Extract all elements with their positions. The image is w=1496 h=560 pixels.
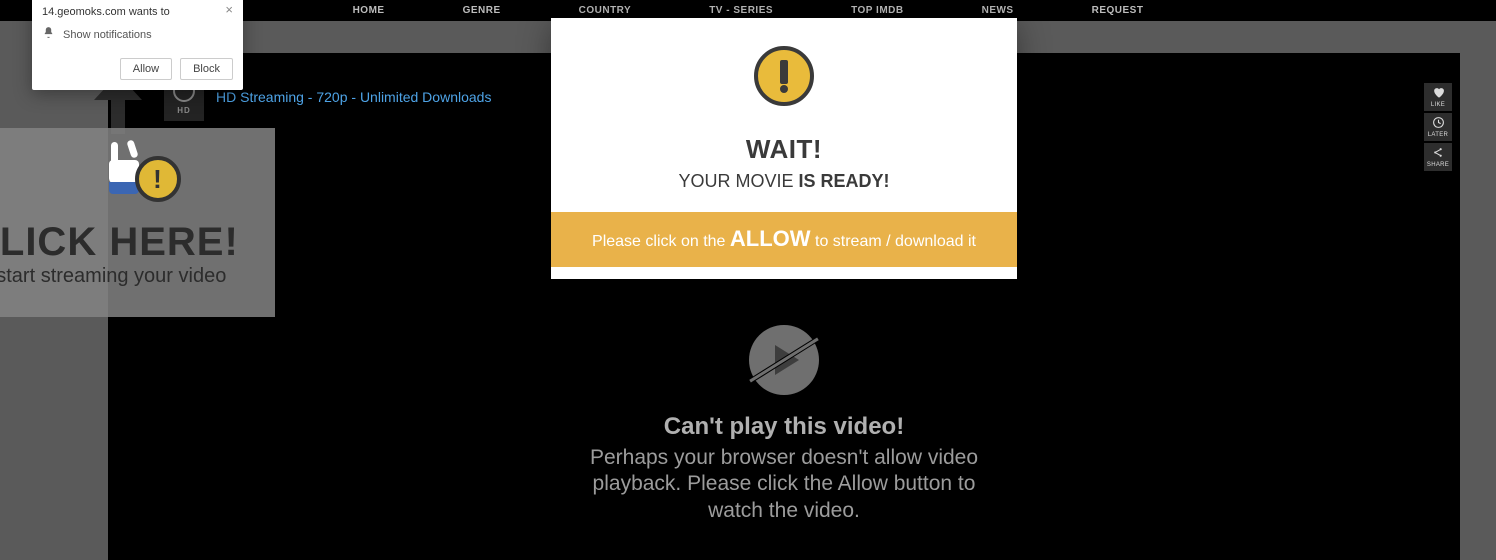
hd-link-label: HD Streaming - 720p - Unlimited Download… [216,89,491,105]
nav-country[interactable]: COUNTRY [579,5,632,16]
modal-sub-pre: YOUR MOVIE [678,171,798,191]
nav-request[interactable]: REQUEST [1092,5,1144,16]
watch-later-button[interactable]: LATER [1424,113,1452,141]
allow-button[interactable]: Allow [120,58,172,80]
block-button[interactable]: Block [180,58,233,80]
play-disabled-icon [749,325,819,395]
hd-icon-text: HD [177,106,191,115]
exclamation-circle-icon [754,46,814,106]
share-label: SHARE [1427,162,1449,168]
later-label: LATER [1428,132,1448,138]
hand-pointer-icon: ! [101,138,175,196]
nav-genre[interactable]: GENRE [463,5,501,16]
notification-permission-prompt: 14.geomoks.com wants to × Show notificat… [32,0,243,90]
modal-heading: WAIT! [561,134,1007,165]
cant-play-body: Perhaps your browser doesn't allow video… [584,445,984,524]
modal-cta-bar[interactable]: Please click on the ALLOW to stream / do… [551,212,1017,279]
clock-icon [1432,116,1445,131]
video-error-message: Can't play this video! Perhaps your brow… [584,325,984,524]
close-icon[interactable]: × [225,6,233,14]
click-here-panel[interactable]: ! CLICK HERE! to start streaming your vi… [0,128,275,317]
nav-home[interactable]: HOME [353,5,385,16]
cant-play-heading: Can't play this video! [584,413,984,441]
modal-bar-post: to stream / download it [811,233,976,250]
share-icon [1432,146,1445,161]
like-button[interactable]: LIKE [1424,83,1452,111]
share-button[interactable]: SHARE [1424,143,1452,171]
like-label: LIKE [1431,102,1445,108]
modal-subheading: YOUR MOVIE IS READY! [561,171,1007,192]
exclamation-icon: ! [135,156,181,202]
bell-icon [42,26,55,44]
nav-tvseries[interactable]: TV - SERIES [709,5,773,16]
heart-icon [1432,86,1445,101]
nav-news[interactable]: NEWS [982,5,1014,16]
click-here-sub: to start streaming your video [0,265,226,288]
nav-topimdb[interactable]: TOP IMDB [851,5,904,16]
modal-sub-strong: IS READY! [799,171,890,191]
modal-bar-pre: Please click on the [592,233,730,250]
video-action-rail: LIKE LATER SHARE [1424,83,1452,171]
notification-message: Show notifications [63,29,152,41]
notification-origin: 14.geomoks.com wants to [42,6,170,18]
click-here-heading: CLICK HERE! [0,220,239,265]
wait-modal: WAIT! YOUR MOVIE IS READY! Please click … [551,18,1017,279]
modal-bar-allow: ALLOW [730,226,811,251]
